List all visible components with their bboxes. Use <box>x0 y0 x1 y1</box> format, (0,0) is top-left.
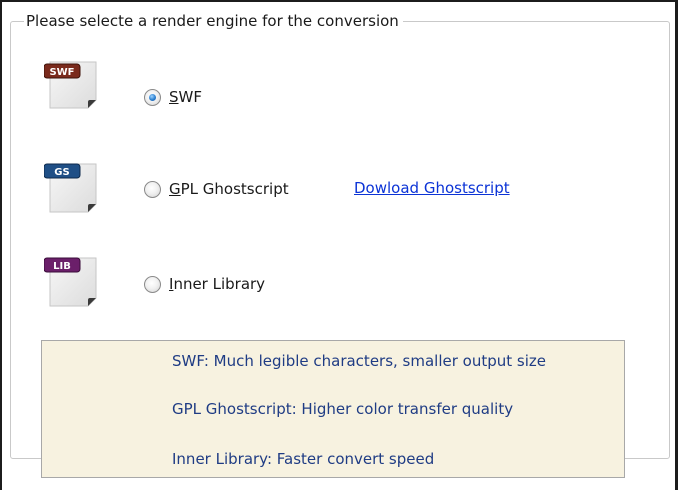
swf-badge-text: SWF <box>49 67 74 78</box>
ghostscript-option-label[interactable]: GPL Ghostscript <box>169 180 289 198</box>
engine-info-box: SWF: Much legible characters, smaller ou… <box>41 340 625 478</box>
radio-option-ghostscript[interactable]: GPL Ghostscript <box>144 177 289 201</box>
swf-option-label[interactable]: SWF <box>169 88 202 106</box>
lib-badge-text: LIB <box>53 261 71 272</box>
gs-badge-text: GS <box>54 167 69 178</box>
window-edge-top <box>0 0 678 2</box>
ghostscript-radio-button[interactable] <box>144 180 161 198</box>
radio-option-swf[interactable]: SWF <box>144 85 202 109</box>
ghostscript-document-icon: GS <box>44 163 97 213</box>
groupbox-title: Please selecte a render engine for the c… <box>24 10 403 32</box>
radio-option-inner-library[interactable]: Inner Library <box>144 272 265 296</box>
window-edge-left <box>0 0 2 490</box>
swf-document-icon: SWF <box>44 61 97 109</box>
info-line-ghostscript: GPL Ghostscript: Higher color transfer q… <box>172 400 514 418</box>
inner-library-radio-button[interactable] <box>144 275 161 293</box>
inner-library-option-label[interactable]: Inner Library <box>169 275 265 293</box>
info-line-inner-library: Inner Library: Faster convert speed <box>172 450 435 468</box>
inner-library-document-icon: LIB <box>44 257 97 307</box>
swf-radio-button[interactable] <box>144 88 161 106</box>
info-line-swf: SWF: Much legible characters, smaller ou… <box>172 352 547 370</box>
download-ghostscript-link[interactable]: Dowload Ghostscript <box>354 177 510 199</box>
